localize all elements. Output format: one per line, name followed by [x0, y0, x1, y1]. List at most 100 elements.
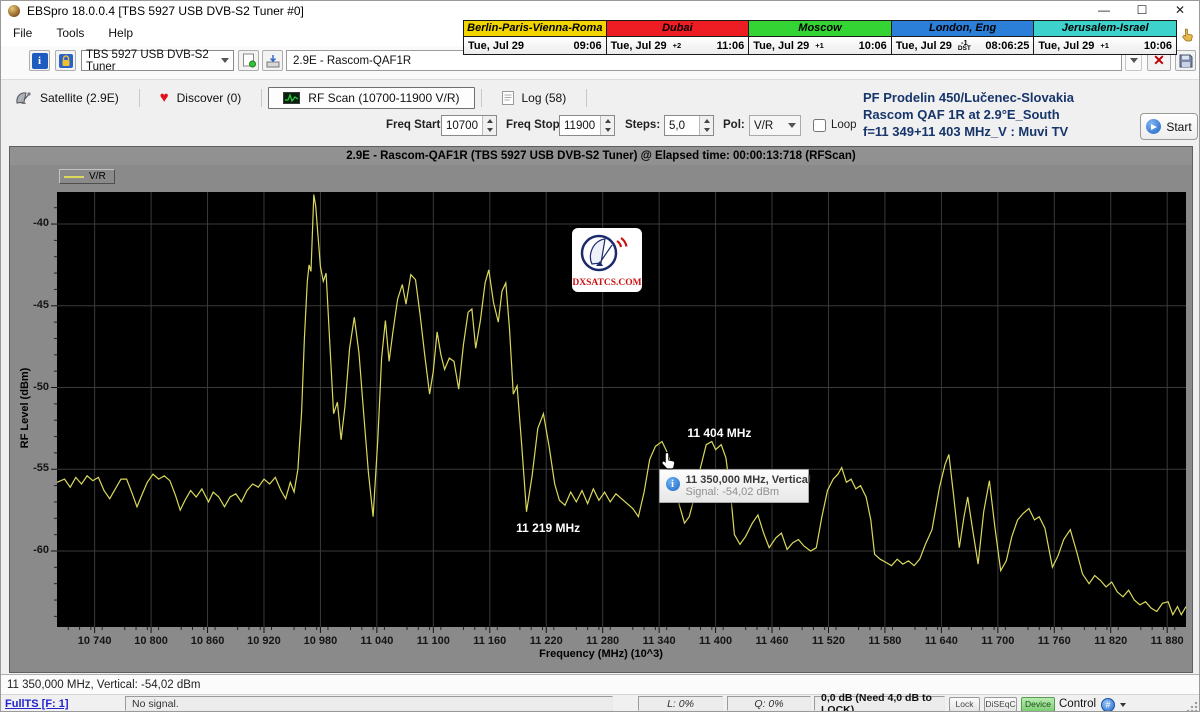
clock-pointer-icon — [1182, 28, 1194, 42]
clock-date: Tue, Jul 29 — [468, 40, 524, 52]
satellite-icon — [15, 91, 32, 105]
x-tick-label: 11 700 — [975, 635, 1021, 647]
start-button-label: Start — [1166, 120, 1191, 134]
status-reading-bar: 11 350,000 MHz, Vertical: -54,02 dBm — [1, 674, 1199, 694]
quality-field: Q: 0% — [727, 696, 811, 711]
menu-tools[interactable]: Tools — [44, 26, 96, 40]
x-tick-label: 11 400 — [693, 635, 739, 647]
signal-tooltip: i 11 350,000 MHz, Vertical Signal: -54,0… — [659, 469, 809, 503]
close-button[interactable]: ✕ — [1161, 1, 1199, 20]
clock-time-row: Tue, Jul 29+110:06 — [1034, 37, 1176, 54]
resize-grip[interactable] — [1186, 701, 1198, 712]
rf-scan-plot[interactable] — [10, 147, 1192, 672]
rf-scan-chart: 2.9E - Rascom-QAF1R (TBS 5927 USB DVB-S2… — [9, 146, 1193, 673]
world-clocks: Berlin-Paris-Vienna-RomaTue, Jul 2909:06… — [463, 20, 1177, 55]
window-title: EBSpro 18.0.0.4 [TBS 5927 USB DVB-S2 Tun… — [27, 4, 304, 18]
clock-3: MoscowTue, Jul 29+110:06 — [749, 21, 892, 54]
marker-button[interactable] — [238, 50, 259, 71]
clock-1: Berlin-Paris-Vienna-RomaTue, Jul 2909:06 — [464, 21, 607, 54]
tooltip-signal: Signal: -54,02 dBm — [686, 486, 802, 498]
x-tick-label: 11 760 — [1031, 635, 1077, 647]
tab-label: Discover (0) — [177, 91, 242, 105]
tab-label: RF Scan (10700-11900 V/R) — [308, 91, 459, 105]
export-button[interactable] — [262, 50, 283, 71]
chevron-down-icon — [788, 123, 796, 128]
tab-separator — [481, 89, 482, 107]
freq-start-value: 10700 — [442, 116, 482, 135]
antenna-info: PF Prodelin 450/Lučenec-Slovakia Rascom … — [863, 89, 1153, 140]
fullts-link[interactable]: FullTS [F: 1] — [5, 698, 69, 710]
x-axis-label: Frequency (MHz) (10^3) — [10, 648, 1192, 660]
steps-input[interactable]: 5,0 — [664, 115, 714, 136]
tab-rf-scan-10700-11900-v-r[interactable]: RF Scan (10700-11900 V/R) — [268, 87, 474, 109]
maximize-button[interactable]: ☐ — [1123, 1, 1161, 20]
clock-date: Tue, Jul 29 — [753, 40, 809, 52]
freq-stop-value: 11900 — [560, 116, 600, 135]
clock-city-label: Dubai — [607, 21, 749, 37]
clock-city-label: Jerusalem-Israel — [1034, 21, 1176, 37]
freq-stop-input[interactable]: 11900 — [559, 115, 615, 136]
menu-file[interactable]: File — [1, 26, 44, 40]
x-tick-label: 11 340 — [636, 635, 682, 647]
floppy-save-icon — [1179, 54, 1193, 68]
x-tick-label: 10 920 — [241, 635, 287, 647]
control-dropdown-icon[interactable] — [1120, 703, 1126, 707]
tab-satellite-2-9e[interactable]: Satellite (2.9E) — [1, 88, 133, 108]
clock-time: 09:06 — [573, 40, 601, 52]
tab-separator — [139, 89, 140, 107]
freq-start-label: Freq Start: — [386, 119, 444, 131]
minimize-button[interactable]: — — [1085, 1, 1123, 20]
clock-utc-offset: +1 — [1100, 43, 1109, 49]
tab-discover-0[interactable]: ♥Discover (0) — [146, 88, 256, 108]
info-icon: i — [32, 53, 48, 69]
play-icon — [1146, 119, 1161, 134]
clock-time: 08:06:25 — [985, 40, 1029, 52]
menu-help[interactable]: Help — [96, 26, 145, 40]
tab-separator — [586, 89, 587, 107]
level-field: L: 0% — [638, 696, 723, 711]
freq-start-stepper[interactable] — [482, 116, 496, 135]
antenna-info-line3: f=11 349+11 403 MHz_V : Muvi TV — [863, 123, 1153, 140]
status-reading: 11 350,000 MHz, Vertical: -54,02 dBm — [7, 679, 200, 691]
clock-city-label: London, Eng — [892, 21, 1034, 37]
clock-time-row: Tue, Jul 29 09:06 — [464, 37, 606, 54]
antenna-info-line2: Rascom QAF 1R at 2.9°E_South — [863, 106, 1153, 123]
clock-4: London, EngTue, Jul 29-1DST08:06:25 — [892, 21, 1035, 54]
control-icon[interactable]: # — [1101, 698, 1115, 712]
x-tick-label: 11 580 — [862, 635, 908, 647]
info-button[interactable]: i — [29, 50, 50, 71]
clock-2: DubaiTue, Jul 29+211:06 — [607, 21, 750, 54]
clock-time: 10:06 — [859, 40, 887, 52]
tuner-select[interactable]: TBS 5927 USB DVB-S2 Tuner — [81, 50, 234, 71]
pol-select[interactable]: V/R — [749, 115, 801, 136]
chevron-down-icon — [221, 58, 229, 63]
clock-city-label: Moscow — [749, 21, 891, 37]
export-icon — [266, 54, 280, 68]
device-button[interactable]: Device — [1021, 697, 1055, 712]
tab-log-58[interactable]: Log (58) — [488, 88, 581, 108]
x-tick-label: 10 740 — [72, 635, 118, 647]
tab-separator — [261, 89, 262, 107]
loop-checkbox[interactable] — [813, 119, 826, 132]
start-button[interactable]: Start — [1140, 113, 1198, 140]
dxsatcs-logo: DXSATCS.COM — [572, 228, 642, 292]
target-field-value: 2.9E - Rascom-QAF1R — [293, 55, 411, 67]
x-tick-label: 11 220 — [523, 635, 569, 647]
clock-time: 10:06 — [1144, 40, 1172, 52]
steps-label: Steps: — [625, 119, 660, 131]
y-axis-label: RF Level (dBm) — [19, 218, 31, 598]
freq-start-input[interactable]: 10700 — [441, 115, 497, 136]
freq-stop-stepper[interactable] — [600, 116, 614, 135]
save-button[interactable] — [1175, 50, 1196, 71]
svg-text:DXSATCS.COM: DXSATCS.COM — [572, 278, 641, 288]
clock-utc-offset: +2 — [673, 43, 682, 49]
title-bar: EBSpro 18.0.0.4 [TBS 5927 USB DVB-S2 Tun… — [1, 1, 1199, 20]
tuner-select-value: TBS 5927 USB DVB-S2 Tuner — [86, 49, 221, 73]
lock-status-button[interactable]: Lock — [949, 697, 980, 712]
steps-stepper[interactable] — [699, 116, 713, 135]
tooltip-frequency: 11 350,000 MHz, Vertical — [686, 474, 802, 486]
control-label: Control — [1059, 698, 1096, 710]
diseqc-button[interactable]: DiSEqC — [984, 697, 1017, 712]
lock-button[interactable] — [55, 50, 76, 71]
x-tick-label: 10 860 — [185, 635, 231, 647]
